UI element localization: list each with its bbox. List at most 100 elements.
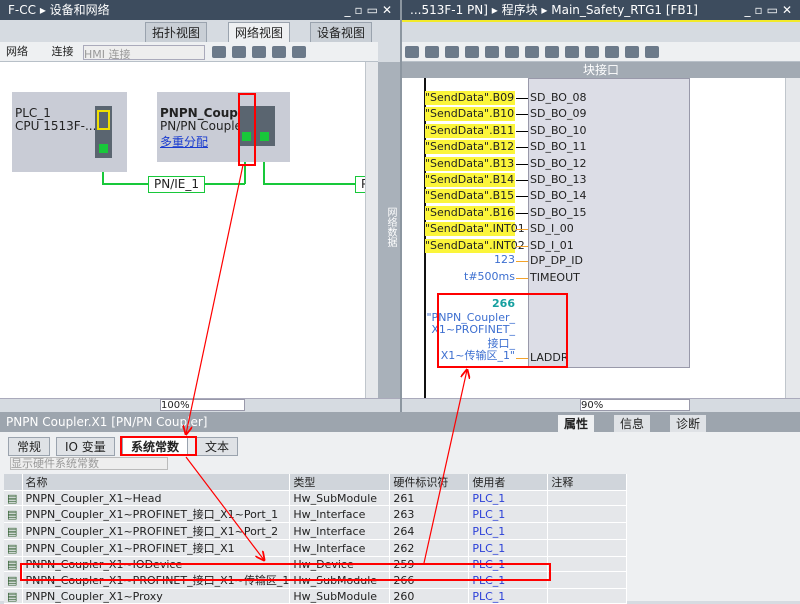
cell-name[interactable]: PNPN_Coupler_X1~Proxy [22,588,291,604]
hmi-connection-select[interactable]: HMI 连接 [83,44,205,61]
highlight-box [238,93,256,166]
cell-comment[interactable] [547,588,628,604]
cell-name[interactable]: PNPN_Coupler_X1~PROFINET_接口_X1~Port_2 [22,522,291,540]
cell-used-by[interactable]: PLC_1 [468,505,549,523]
zoom-select[interactable]: 90% [580,399,690,411]
cell-comment[interactable] [547,522,628,540]
vertical-scrollbar[interactable] [785,78,800,398]
network-label[interactable]: PN/IE_1 [148,176,206,193]
param-actual[interactable]: "SendData".INT01 [425,222,525,237]
param-actual[interactable]: "SendData".B13 [425,156,515,171]
cell-comment[interactable] [547,539,628,557]
tab-device-view[interactable]: 设备视图 [310,22,373,42]
toolbar-icon[interactable] [445,46,459,58]
table-row[interactable]: ▤ PNPN_Coupler_X1~PROFINET_接口_X1~Port_1 … [4,505,628,523]
toolbar-icon[interactable] [645,46,659,58]
tab-texts[interactable]: 文本 [196,437,239,456]
network-data-side-tab[interactable]: 网络数据 [378,62,400,398]
param-pin: SD_BO_08 [530,91,587,104]
param-wire [516,147,528,149]
network-button[interactable]: 网络 [6,45,28,58]
tab-info[interactable]: 信息 [614,415,651,433]
toolbar-icon[interactable] [271,46,286,58]
toolbar-icon[interactable] [425,46,439,58]
param-wire [516,130,528,132]
tab-network-view[interactable]: 网络视图 [228,22,291,42]
network-label-2[interactable]: P [355,176,365,193]
window-controls[interactable]: _▫▭✕ [344,0,396,20]
cell-comment[interactable] [547,505,628,523]
tab-topology-view[interactable]: 拓扑视图 [145,22,208,42]
filter-select[interactable]: 显示硬件系统常数 [10,457,168,470]
cell-comment[interactable] [547,571,628,589]
inspector-title: PNPN Coupler.X1 [PN/PN Coupler] [6,415,208,429]
toolbar-icon[interactable] [231,46,246,58]
tab-properties[interactable]: 属性 [558,415,595,433]
param-wire [516,196,528,198]
device-pnpn-coupler[interactable]: PNPN_Coupl... PN/PN Coupler 多重分配 [157,92,290,162]
block-interface-header[interactable]: 块接口 [402,62,800,78]
table-row[interactable]: ▤ PNPN_Coupler_X1~PROFINET_接口_X1~Port_2 … [4,522,628,540]
cell-name[interactable]: PNPN_Coupler_X1~Head [22,490,291,506]
dp-id-value[interactable]: 123 [425,253,515,266]
cell-used-by[interactable]: PLC_1 [468,490,549,506]
toolbar-icon[interactable] [525,46,539,58]
toolbar-icon[interactable] [505,46,519,58]
left-title-bar: F-CC ▸ 设备和网络 _▫▭✕ [0,0,400,20]
cell-used-by[interactable]: PLC_1 [468,539,549,557]
param-actual[interactable]: "SendData".B16 [425,205,515,220]
cell-comment[interactable] [547,556,628,572]
breadcrumb-program-blocks[interactable]: 程序块 [502,3,538,17]
toolbar-icon[interactable] [465,46,479,58]
connect-button[interactable]: 连接 [52,45,74,58]
cell-name[interactable]: PNPN_Coupler_X1~PROFINET_接口_X1~Port_1 [22,505,291,523]
timeout-value[interactable]: t#500ms [425,270,515,283]
constant-icon: ▤ [4,505,23,523]
param-actual[interactable]: "SendData".B15 [425,189,515,204]
vertical-scrollbar[interactable] [365,62,378,398]
toolbar-icon[interactable] [545,46,559,58]
window-controls[interactable]: _▫▭✕ [744,0,796,20]
network-canvas[interactable]: PLC_1 CPU 1513F-... PNPN_Coupl... PN/PN … [0,62,365,398]
param-pin: SD_BO_11 [530,140,587,154]
cell-used-by[interactable]: PLC_1 [468,588,549,604]
device-name: PLC_1 [15,106,51,120]
col-hw-id[interactable]: 硬件标识符 [389,474,470,491]
col-used-by[interactable]: 使用者 [468,474,549,491]
toolbar-icon[interactable] [251,46,266,58]
col-name[interactable]: 名称 [22,474,291,491]
tab-general[interactable]: 常规 [8,437,51,456]
toolbar-icon[interactable] [405,46,419,58]
zoom-select[interactable]: 100% [160,399,245,411]
param-actual[interactable]: "SendData".B11 [425,123,515,138]
param-actual[interactable]: "SendData".B09 [425,91,515,105]
cell-hw-id: 261 [389,490,470,506]
col-comment[interactable]: 注释 [547,474,628,491]
device-plc[interactable]: PLC_1 CPU 1513F-... [12,92,127,172]
toolbar-icon[interactable] [625,46,639,58]
param-actual[interactable]: "SendData".INT02 [425,238,525,253]
multi-assignment-link[interactable]: 多重分配 [160,133,208,150]
col-type[interactable]: 类型 [289,474,391,491]
param-actual[interactable]: "SendData".B14 [425,173,515,187]
toolbar-icon[interactable] [485,46,499,58]
table-row[interactable]: ▤ PNPN_Coupler_X1~PROFINET_接口_X1 Hw_Inte… [4,539,628,557]
param-pin: SD_BO_12 [530,156,587,170]
toolbar-icon[interactable] [605,46,619,58]
param-wire [516,180,528,181]
plc-module-icon [95,106,112,158]
param-pin: SD_I_00 [530,222,574,236]
table-row[interactable]: ▤ PNPN_Coupler_X1~Head Hw_SubModule 261 … [4,490,628,506]
param-actual[interactable]: "SendData".B10 [425,107,515,122]
tab-io-tags[interactable]: IO 变量 [56,437,115,456]
toolbar-icon[interactable] [291,46,306,58]
cell-comment[interactable] [547,490,628,506]
param-actual[interactable]: "SendData".B12 [425,140,515,155]
toolbar-icon[interactable] [211,46,226,58]
cell-used-by[interactable]: PLC_1 [468,522,549,540]
tab-diagnostics[interactable]: 诊断 [670,415,707,433]
cell-name[interactable]: PNPN_Coupler_X1~PROFINET_接口_X1 [22,539,291,557]
toolbar-icon[interactable] [585,46,599,58]
toolbar-icon[interactable] [565,46,579,58]
table-row[interactable]: ▤ PNPN_Coupler_X1~Proxy Hw_SubModule 260… [4,588,628,604]
